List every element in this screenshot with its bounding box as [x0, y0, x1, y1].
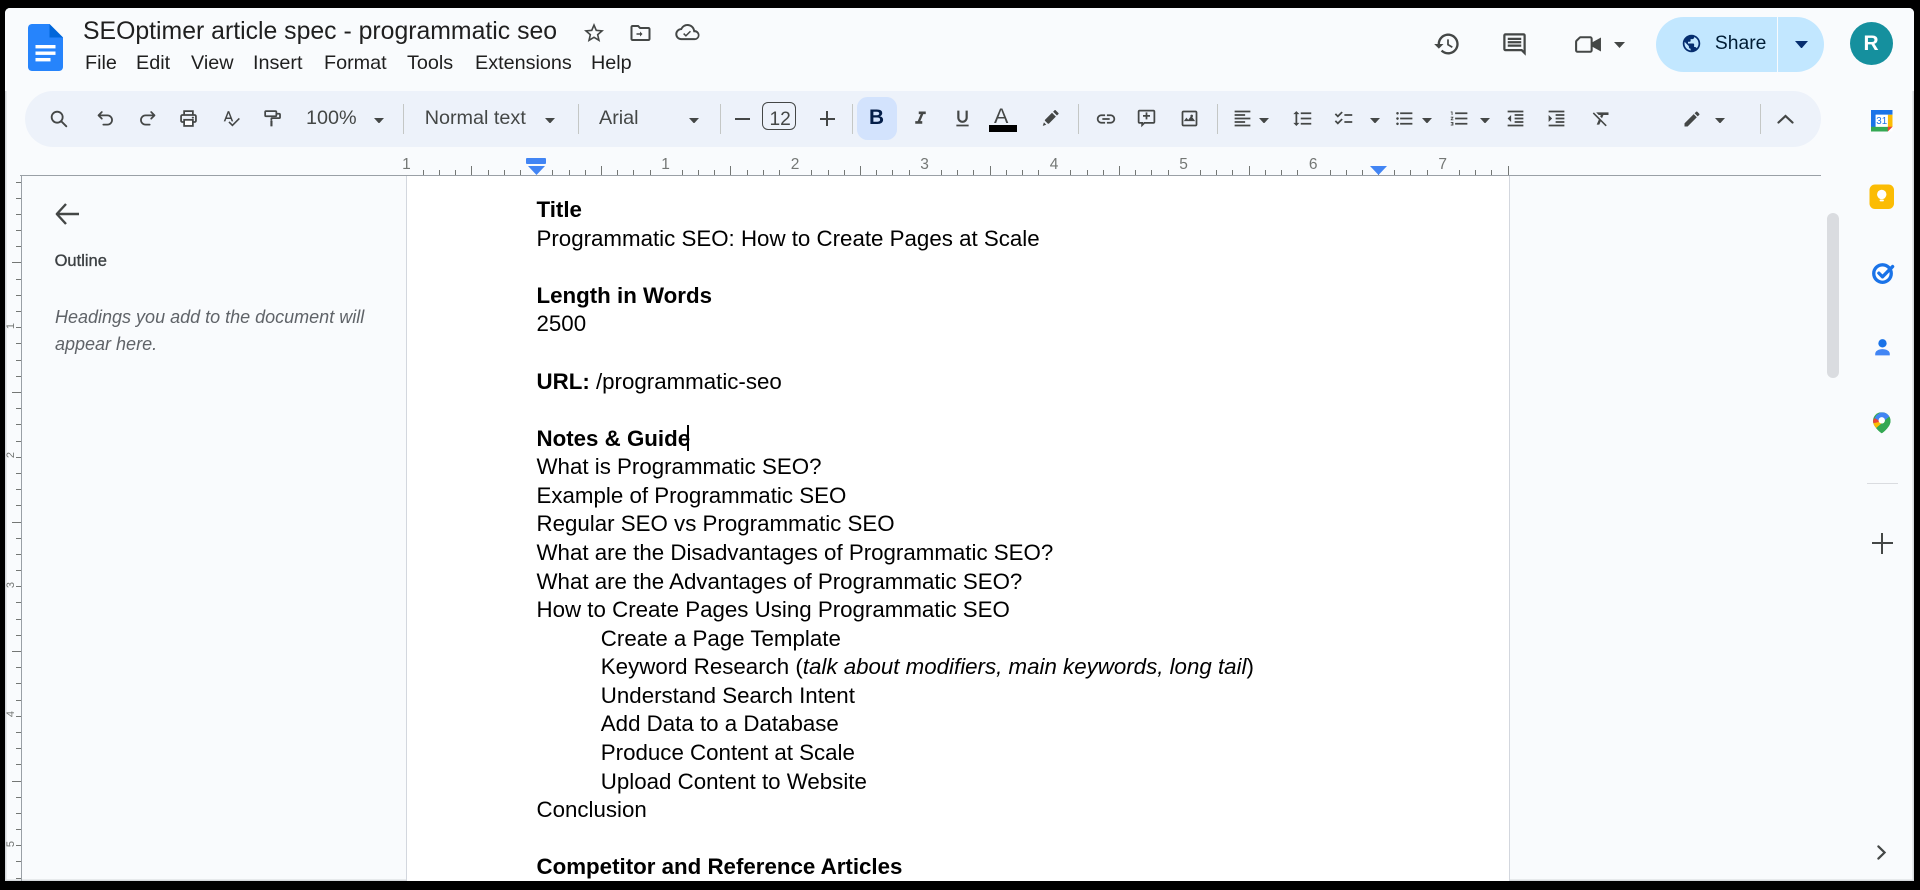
svg-text:31: 31	[1877, 116, 1888, 127]
